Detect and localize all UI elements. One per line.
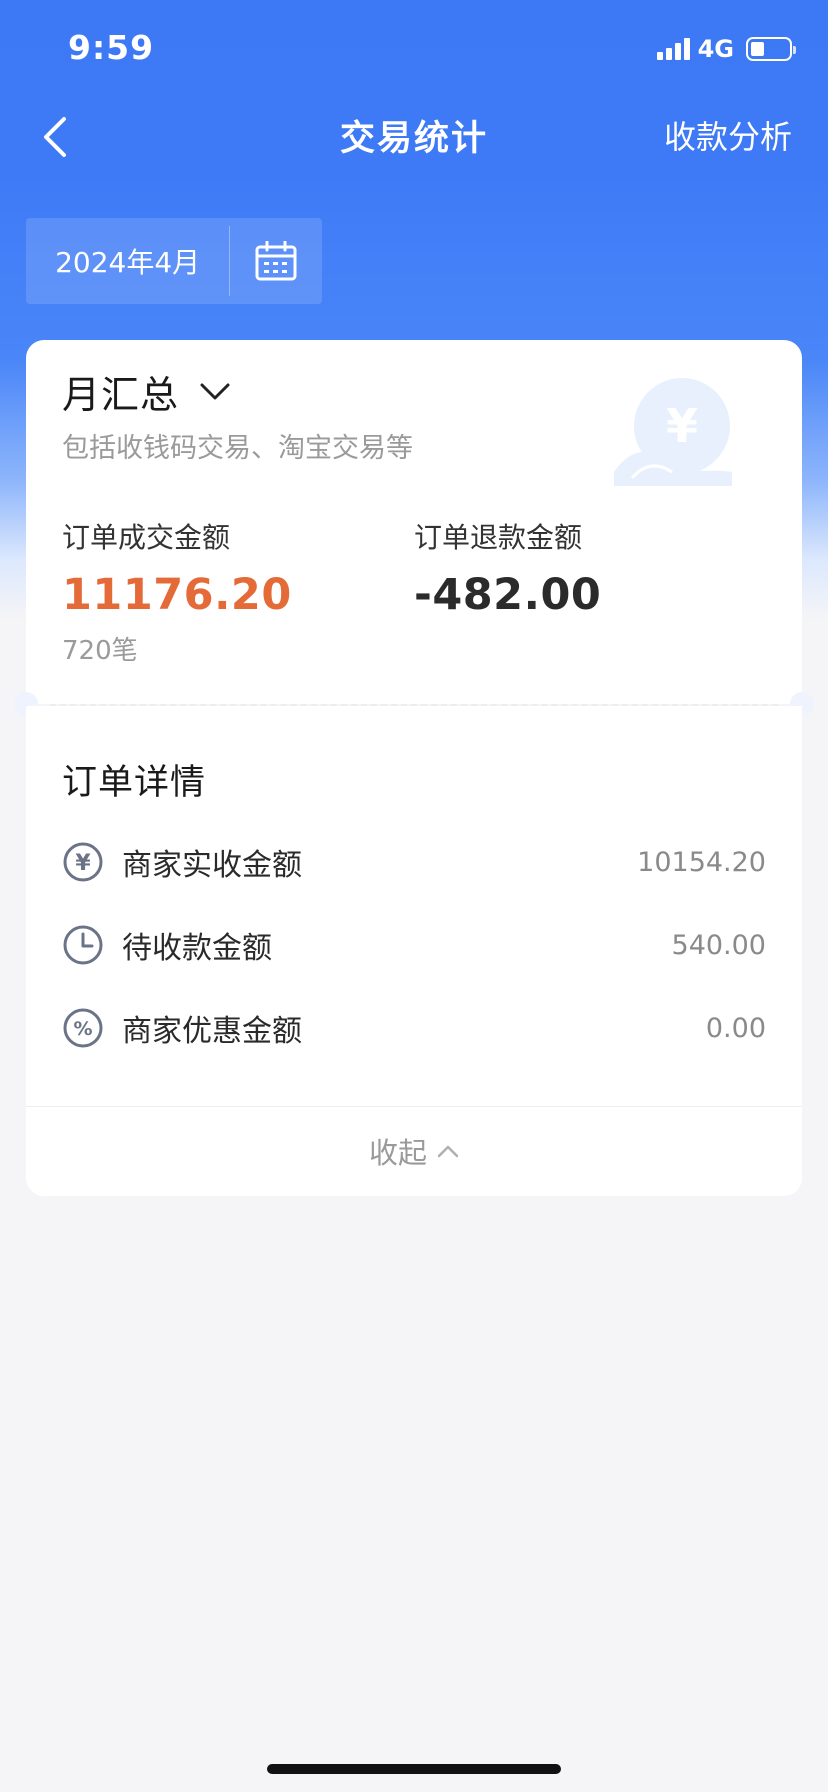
refund-amount-metric: 订单退款金额 -482.00 — [414, 516, 601, 620]
order-amount-label: 订单成交金额 — [62, 521, 231, 554]
summary-period-selector[interactable]: 月汇总 — [62, 364, 231, 419]
yuan-circle-icon: ¥ — [62, 841, 104, 883]
svg-text:¥: ¥ — [666, 399, 698, 453]
monthly-summary-card: 月汇总 包括收钱码交易、淘宝交易等 ¥ 订单成交金额 11176.20 720笔… — [26, 340, 802, 704]
detail-row-merchant-received: ¥ 商家实收金额 10154.20 — [62, 832, 766, 892]
status-bar: 9:59 4G — [0, 0, 828, 100]
calendar-icon[interactable] — [230, 241, 322, 281]
chevron-up-icon — [437, 1145, 459, 1158]
collapse-label: 收起 — [368, 1136, 427, 1170]
month-picker[interactable]: 2024年4月 — [26, 218, 322, 304]
summary-title: 月汇总 — [62, 373, 180, 417]
percent-circle-icon: % — [62, 1007, 104, 1049]
network-type: 4G — [697, 35, 734, 63]
signal-icon — [656, 38, 690, 60]
status-indicators: 4G — [656, 34, 796, 64]
month-label: 2024年4月 — [55, 246, 201, 279]
refund-amount-label: 订单退款金额 — [414, 521, 583, 554]
battery-icon — [746, 37, 796, 61]
payment-analysis-link[interactable]: 收款分析 — [664, 112, 792, 158]
chevron-down-icon — [200, 383, 230, 399]
transaction-stats-page: 9:59 4G 交易统计 收款分析 2024年4月 月汇总 包括收钱码交易、淘宝… — [0, 0, 828, 1792]
details-title: 订单详情 — [62, 763, 207, 803]
nav-bar: 交易统计 收款分析 — [0, 100, 828, 176]
detail-value: 0.00 — [705, 1012, 766, 1044]
detail-value: 10154.20 — [637, 846, 766, 878]
yuan-coin-icon: ¥ — [614, 378, 732, 486]
summary-subtitle: 包括收钱码交易、淘宝交易等 — [62, 433, 413, 464]
home-indicator — [267, 1764, 561, 1774]
order-details-card: 订单详情 ¥ 商家实收金额 10154.20 待收款金额 540.00 % 商家… — [26, 706, 802, 1196]
detail-row-merchant-discount: % 商家优惠金额 0.00 — [62, 998, 766, 1058]
detail-value: 540.00 — [671, 929, 766, 961]
detail-label: 商家优惠金额 — [122, 1014, 302, 1049]
detail-label: 商家实收金额 — [122, 848, 302, 883]
status-time: 9:59 — [68, 28, 155, 67]
order-amount-value: 11176.20 — [62, 570, 292, 620]
order-amount-metric: 订单成交金额 11176.20 720笔 — [62, 516, 292, 667]
clock-icon — [62, 924, 104, 966]
svg-text:%: % — [73, 1018, 92, 1040]
order-count: 720笔 — [62, 636, 138, 666]
svg-text:¥: ¥ — [75, 851, 91, 876]
detail-label: 待收款金额 — [122, 931, 272, 966]
collapse-button[interactable]: 收起 — [26, 1106, 802, 1196]
detail-row-pending-receipt: 待收款金额 540.00 — [62, 915, 766, 975]
refund-amount-value: -482.00 — [414, 570, 602, 620]
